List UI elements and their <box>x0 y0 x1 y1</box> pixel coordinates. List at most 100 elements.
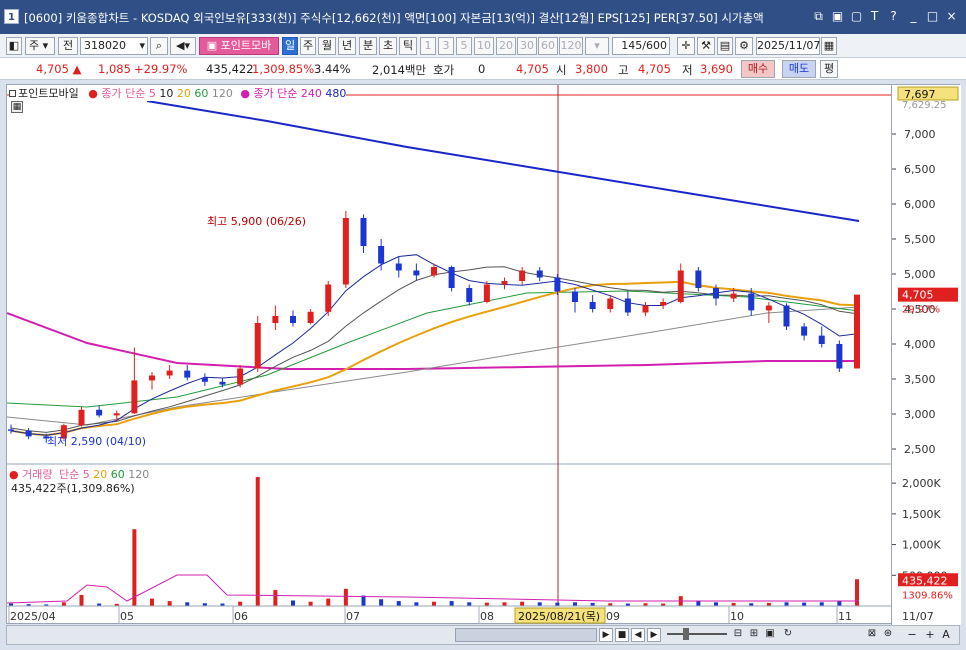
candle-body <box>131 380 138 414</box>
candle-body <box>695 270 702 288</box>
title-bar: 1 [0600] 키움종합차트 - KOSDAQ 외국인보유[333(천)] 주… <box>0 0 966 34</box>
period-select[interactable]: 주 ▾ <box>25 37 55 55</box>
chart-type-icon[interactable]: ⊠ <box>865 628 879 642</box>
interval-select[interactable]: ▾ <box>585 37 609 55</box>
volume-bar <box>555 602 560 606</box>
quote-bar: 4,705 ▲ 1,085 +29.97% 435,422 1,309.85% … <box>0 58 966 80</box>
vol-label: 1,500K <box>902 508 941 521</box>
volume-bar <box>484 602 489 606</box>
chart-scrollbar[interactable]: ▶ ■ ◀ ▶ ⊟ ⊞ ▣ ↻ ⊠ ⊛ − + A <box>6 625 960 645</box>
minimize-icon[interactable]: _ <box>906 9 921 24</box>
count-field[interactable]: 145/600 <box>612 37 670 55</box>
candle-body <box>607 298 614 309</box>
tab-year[interactable]: 년 <box>338 37 356 55</box>
chart-area[interactable]: 최고 5,900 (06/26) 최저 2,590 (04/10) 2025/04 0… <box>6 84 961 625</box>
play-icon[interactable]: ▶ <box>599 628 613 642</box>
volume-bar <box>326 598 331 606</box>
calendar-icon[interactable]: ▦ <box>821 37 837 55</box>
candle-body <box>96 409 103 416</box>
font-icon[interactable]: T <box>867 9 882 24</box>
tab-week[interactable]: 주 <box>300 37 316 55</box>
fit-icon[interactable]: ▣ <box>763 628 777 642</box>
help-icon[interactable]: ? <box>886 9 901 24</box>
x-label: 07 <box>346 610 360 623</box>
close-icon[interactable]: × <box>944 9 959 24</box>
sound-icon[interactable]: ◀▾ <box>170 37 196 55</box>
num-120[interactable]: 120 <box>559 37 583 55</box>
decrease-font-icon[interactable]: − <box>905 628 919 642</box>
tab-month[interactable]: 월 <box>318 37 336 55</box>
refresh-icon[interactable]: ↻ <box>781 628 795 642</box>
stop-icon[interactable]: ■ <box>615 628 629 642</box>
candle-body <box>818 335 825 344</box>
layout-icon[interactable]: ◧ <box>6 37 22 55</box>
tools-icon[interactable]: ⚒ <box>697 37 715 55</box>
search-icon[interactable]: ⌕ <box>150 37 168 55</box>
window-list-icon[interactable]: ▣ <box>830 9 845 24</box>
top-partial-label: 7,629.25 <box>902 100 947 111</box>
table-toggle-icon[interactable]: ▦ <box>11 101 23 113</box>
candle-body <box>589 302 596 309</box>
y-label: 6,000 <box>904 198 936 211</box>
buy-button[interactable]: 매수 <box>741 60 775 78</box>
open-label: 시 <box>556 63 567 77</box>
candle-body <box>431 267 437 276</box>
rewind-icon[interactable]: ◀ <box>631 628 645 642</box>
link-icon[interactable]: ⧉ <box>811 9 826 24</box>
high-annotation: 최고 5,900 (06/26) <box>207 215 306 228</box>
volume-bar <box>414 602 419 606</box>
amount-value: 2,014백만 <box>372 63 427 77</box>
candle-body <box>748 293 755 311</box>
font-size-icon[interactable]: A <box>939 628 953 642</box>
candle-body <box>713 288 719 299</box>
vol-label: 1,000K <box>902 539 941 552</box>
vol-last-pct: 1309.86% <box>902 590 953 601</box>
num-1[interactable]: 1 <box>420 37 436 55</box>
tab-tick[interactable]: 틱 <box>399 37 417 55</box>
indicator-name-button[interactable]: ▣ 포인트모바 <box>199 37 279 55</box>
date-field[interactable]: 2025/11/07 <box>756 37 820 55</box>
prev-button[interactable]: 전 <box>58 37 78 55</box>
candle-body <box>25 430 32 437</box>
zoom-in-icon[interactable]: ⊞ <box>747 628 761 642</box>
legend-ma20: 20 <box>176 87 191 100</box>
save-icon[interactable]: ▤ <box>717 37 733 55</box>
tab-day[interactable]: 일 <box>282 37 298 55</box>
change-value: 1,085 <box>98 62 131 76</box>
num-30[interactable]: 30 <box>517 37 537 55</box>
zoom-out-icon[interactable]: ⊟ <box>731 628 745 642</box>
num-3[interactable]: 3 <box>438 37 454 55</box>
volume-bar <box>361 595 366 606</box>
volume-bar <box>467 602 472 606</box>
num-5[interactable]: 5 <box>456 37 472 55</box>
tab-second[interactable]: 초 <box>379 37 397 55</box>
gear-icon[interactable]: ⚙ <box>735 37 753 55</box>
candle-body <box>307 311 314 323</box>
candle-body <box>801 326 808 336</box>
code-input[interactable]: 318020 ▾ <box>80 37 148 55</box>
zoom-slider[interactable] <box>667 633 727 635</box>
sell-button[interactable]: 매도 <box>782 60 816 78</box>
axis-canvas: 7,0006,5006,0005,5005,0004,5004,0003,500… <box>892 86 959 623</box>
legend-ma-label: 종가 단순 <box>101 87 146 100</box>
candle-body <box>413 270 420 276</box>
num-60[interactable]: 60 <box>538 37 558 55</box>
fast-forward-icon[interactable]: ▶ <box>647 628 661 642</box>
up-arrow-icon: ▲ <box>72 62 82 76</box>
tab-minute[interactable]: 분 <box>359 37 377 55</box>
hoga-label: 호가 <box>433 63 455 77</box>
num-20[interactable]: 20 <box>496 37 516 55</box>
price-axis: 7,000 6,500 6,000 5,500 5,000 4,500 4,000 3,500… <box>891 85 961 625</box>
scroll-track[interactable] <box>455 628 597 642</box>
crosshair-icon[interactable]: ✛ <box>677 37 695 55</box>
volume-bar <box>537 602 542 606</box>
vol-label: 2,000K <box>902 477 941 490</box>
zoom-slider-handle[interactable] <box>683 628 689 640</box>
increase-font-icon[interactable]: + <box>923 628 937 642</box>
settings-icon[interactable]: ⊛ <box>881 628 895 642</box>
pin-icon[interactable]: ▢ <box>849 9 864 24</box>
y-label: 3,500 <box>904 373 936 386</box>
maximize-icon[interactable]: □ <box>925 9 940 24</box>
eval-button[interactable]: 평 <box>820 60 838 78</box>
num-10[interactable]: 10 <box>474 37 494 55</box>
